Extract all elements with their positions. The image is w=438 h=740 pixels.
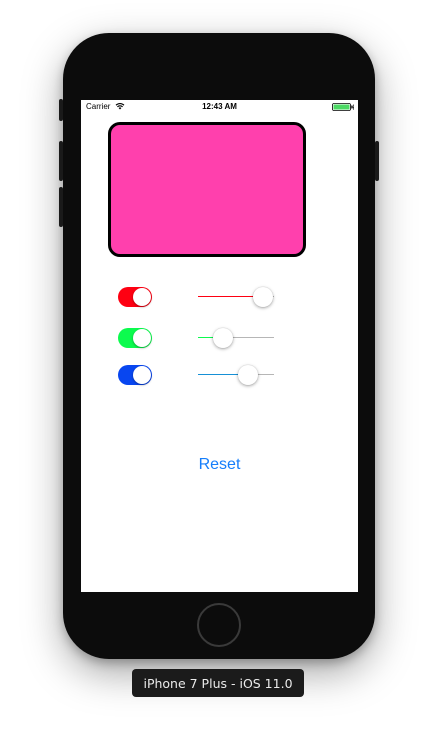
green-switch[interactable]	[118, 328, 152, 348]
reset-button[interactable]: Reset	[81, 456, 358, 474]
switch-knob	[133, 366, 151, 384]
volume-up-button	[59, 141, 63, 181]
red-switch[interactable]	[118, 287, 152, 307]
status-time: 12:43 AM	[202, 102, 237, 111]
switch-knob	[133, 329, 151, 347]
mute-switch	[59, 99, 63, 121]
volume-down-button	[59, 187, 63, 227]
red-slider[interactable]	[198, 285, 274, 309]
app-screen: Carrier 12:43 AM Reset	[81, 100, 358, 592]
blue-slider[interactable]	[198, 363, 274, 387]
switch-knob	[133, 288, 151, 306]
slider-thumb[interactable]	[238, 365, 258, 385]
color-preview-view	[108, 122, 306, 257]
status-bar: Carrier 12:43 AM	[81, 100, 358, 114]
simulator-device-label: iPhone 7 Plus - iOS 11.0	[132, 669, 304, 697]
home-button[interactable]	[197, 603, 241, 647]
blue-switch[interactable]	[118, 365, 152, 385]
slider-thumb[interactable]	[253, 287, 273, 307]
battery-icon	[332, 103, 354, 111]
slider-thumb[interactable]	[213, 328, 233, 348]
green-slider[interactable]	[198, 326, 274, 350]
power-button	[375, 141, 379, 181]
